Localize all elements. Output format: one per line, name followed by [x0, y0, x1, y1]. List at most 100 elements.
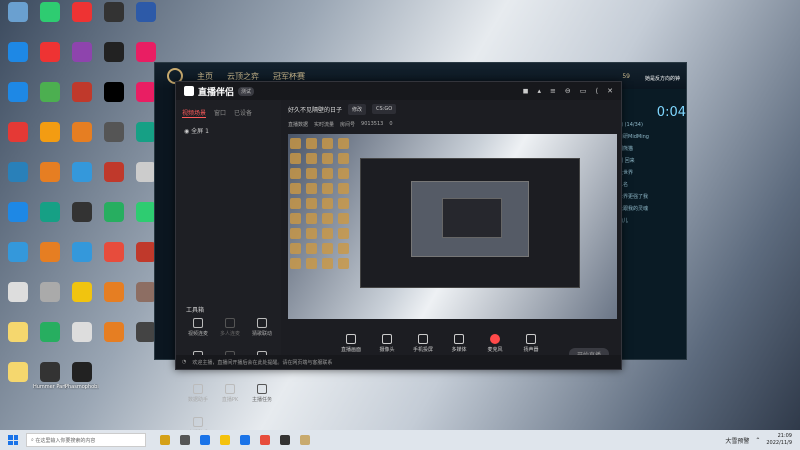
desktop-icon[interactable]	[66, 242, 98, 282]
tool-item[interactable]: 数据助手	[182, 384, 214, 403]
task-view-icon[interactable]	[180, 435, 190, 445]
desktop-icon[interactable]	[98, 162, 130, 202]
desktop-icon[interactable]	[2, 242, 34, 282]
desktop-icon[interactable]	[34, 202, 66, 242]
desktop-icon[interactable]	[2, 42, 34, 82]
desktop-icon[interactable]	[66, 282, 98, 322]
desktop-icon[interactable]	[34, 2, 66, 42]
desktop-icon[interactable]	[2, 282, 34, 322]
minimize-icon[interactable]: ⊖	[565, 87, 571, 95]
desktop-icon[interactable]	[34, 82, 66, 122]
desktop-icon[interactable]	[2, 82, 34, 122]
weather-text[interactable]: 大雪预警	[725, 436, 749, 445]
control-button[interactable]: 手机投屏	[410, 333, 436, 353]
tool-item[interactable]: 视频连麦	[182, 318, 214, 337]
desktop-icon[interactable]	[2, 2, 34, 42]
tool-icon	[193, 417, 203, 427]
preview-icon	[322, 258, 333, 269]
tool-icon	[257, 318, 267, 328]
desktop-icon[interactable]	[130, 2, 162, 42]
desktop-icon[interactable]	[98, 242, 130, 282]
wifi-icon[interactable]: ⌃	[755, 437, 760, 444]
preview-icon	[290, 228, 301, 239]
store-icon[interactable]	[240, 435, 250, 445]
desktop-icon[interactable]	[2, 322, 34, 362]
lol-taskbar-icon[interactable]	[300, 435, 310, 445]
desktop-icon[interactable]	[98, 202, 130, 242]
control-button[interactable]: 摄像头	[374, 333, 400, 353]
stream-preview[interactable]	[288, 134, 617, 319]
app-icon[interactable]	[160, 435, 170, 445]
app-icon	[136, 162, 156, 182]
streaming-app-window[interactable]: 直播伴侣 测试 ◼ ▴ ≡ ⊖ ▭ ⟨ ✕ 视频场景 窗口 已设备 ◉ 全屏 1…	[175, 81, 622, 436]
desktop-icon[interactable]	[98, 82, 130, 122]
lol-social-panel: 0:04 的 (14/34) 日研MidMing 团熊猫团 回来 大世界 人名 世界更强了…	[612, 89, 686, 359]
desktop-icon[interactable]	[2, 122, 34, 162]
tool-item[interactable]: 直播PK	[214, 384, 246, 403]
control-button[interactable]: 麦克风	[482, 333, 508, 353]
desktop-icon[interactable]	[34, 122, 66, 162]
lol-tab-home[interactable]: 主页	[197, 71, 213, 82]
desktop-icon[interactable]	[98, 2, 130, 42]
desktop-icon[interactable]	[66, 322, 98, 362]
control-button[interactable]: 直播画面	[338, 333, 364, 353]
live-title[interactable]: 好久不见隔壁的日子	[288, 105, 342, 114]
lol-tab-tft[interactable]: 云顶之弈	[227, 71, 259, 82]
desktop-icon[interactable]	[2, 362, 34, 402]
desktop-icon[interactable]	[98, 322, 130, 362]
control-button[interactable]: 多媒体	[446, 333, 472, 353]
close-icon[interactable]: ✕	[607, 87, 613, 95]
tab-window[interactable]: 窗口	[214, 108, 226, 118]
desktop-icon[interactable]	[34, 282, 66, 322]
tool-label: 直播PK	[221, 397, 239, 403]
taskbar-search-input[interactable]: ⌕ 在这里输入你要搜索的内容	[26, 433, 146, 447]
desktop-icon[interactable]	[66, 2, 98, 42]
user-icon[interactable]: ▴	[538, 87, 542, 95]
control-icon	[526, 333, 536, 344]
edit-title-button[interactable]: 修改	[348, 103, 367, 115]
desktop-icon[interactable]	[34, 162, 66, 202]
desktop-icon[interactable]	[66, 42, 98, 82]
desktop-icon[interactable]: Hummer Party	[33, 362, 67, 402]
desktop-icon-label: Phasmophobia	[65, 384, 99, 390]
app-icon-3[interactable]	[280, 435, 290, 445]
tab-video-scene[interactable]: 视频场景	[182, 108, 207, 118]
scene-item[interactable]: ◉ 全屏 1	[176, 122, 281, 139]
control-button[interactable]: 扬声器	[518, 333, 544, 353]
lol-tab-clash[interactable]: 冠军杯赛	[273, 71, 305, 82]
desktop-icon[interactable]	[34, 242, 66, 282]
share-icon[interactable]: ⟨	[595, 87, 598, 95]
desktop-icon[interactable]	[66, 122, 98, 162]
desktop-icon[interactable]	[34, 42, 66, 82]
desktop-icon[interactable]	[66, 202, 98, 242]
desktop-icon[interactable]	[98, 122, 130, 162]
desktop-icon[interactable]	[34, 322, 66, 362]
taskbar-clock[interactable]: 21:09 2022/11/9	[766, 433, 792, 447]
meta-room-label: 房间号	[340, 121, 356, 128]
tab-devices[interactable]: 已设备	[234, 108, 252, 118]
tool-item[interactable]: 猜歌联动	[246, 318, 278, 337]
category-select[interactable]: CS:GO	[372, 104, 397, 114]
explorer-icon[interactable]	[220, 435, 230, 445]
desktop-icon[interactable]	[2, 162, 34, 202]
app-icon-2[interactable]	[260, 435, 270, 445]
desktop-icon[interactable]: Phasmophobia	[65, 362, 99, 402]
desktop-icon[interactable]	[66, 162, 98, 202]
desktop-icon[interactable]	[98, 42, 130, 82]
preview-icon	[306, 183, 317, 194]
meta-traffic[interactable]: 实时流量	[314, 121, 334, 128]
control-icon	[382, 333, 392, 344]
eye-icon[interactable]: ◉	[184, 128, 189, 135]
desktop-icon[interactable]	[98, 282, 130, 322]
windows-start-icon[interactable]	[8, 435, 18, 445]
tool-item[interactable]: 多人连麦	[214, 318, 246, 337]
tool-item[interactable]: 主播任务	[246, 384, 278, 403]
meta-data[interactable]: 直播数据	[288, 121, 308, 128]
maximize-icon[interactable]: ▭	[580, 87, 587, 95]
menu-icon[interactable]: ≡	[550, 87, 556, 95]
desktop-icon[interactable]	[66, 82, 98, 122]
edge-icon[interactable]	[200, 435, 210, 445]
desktop-icon[interactable]	[2, 202, 34, 242]
avatar-icon[interactable]: ◼	[523, 87, 529, 95]
app-icon	[8, 202, 28, 222]
